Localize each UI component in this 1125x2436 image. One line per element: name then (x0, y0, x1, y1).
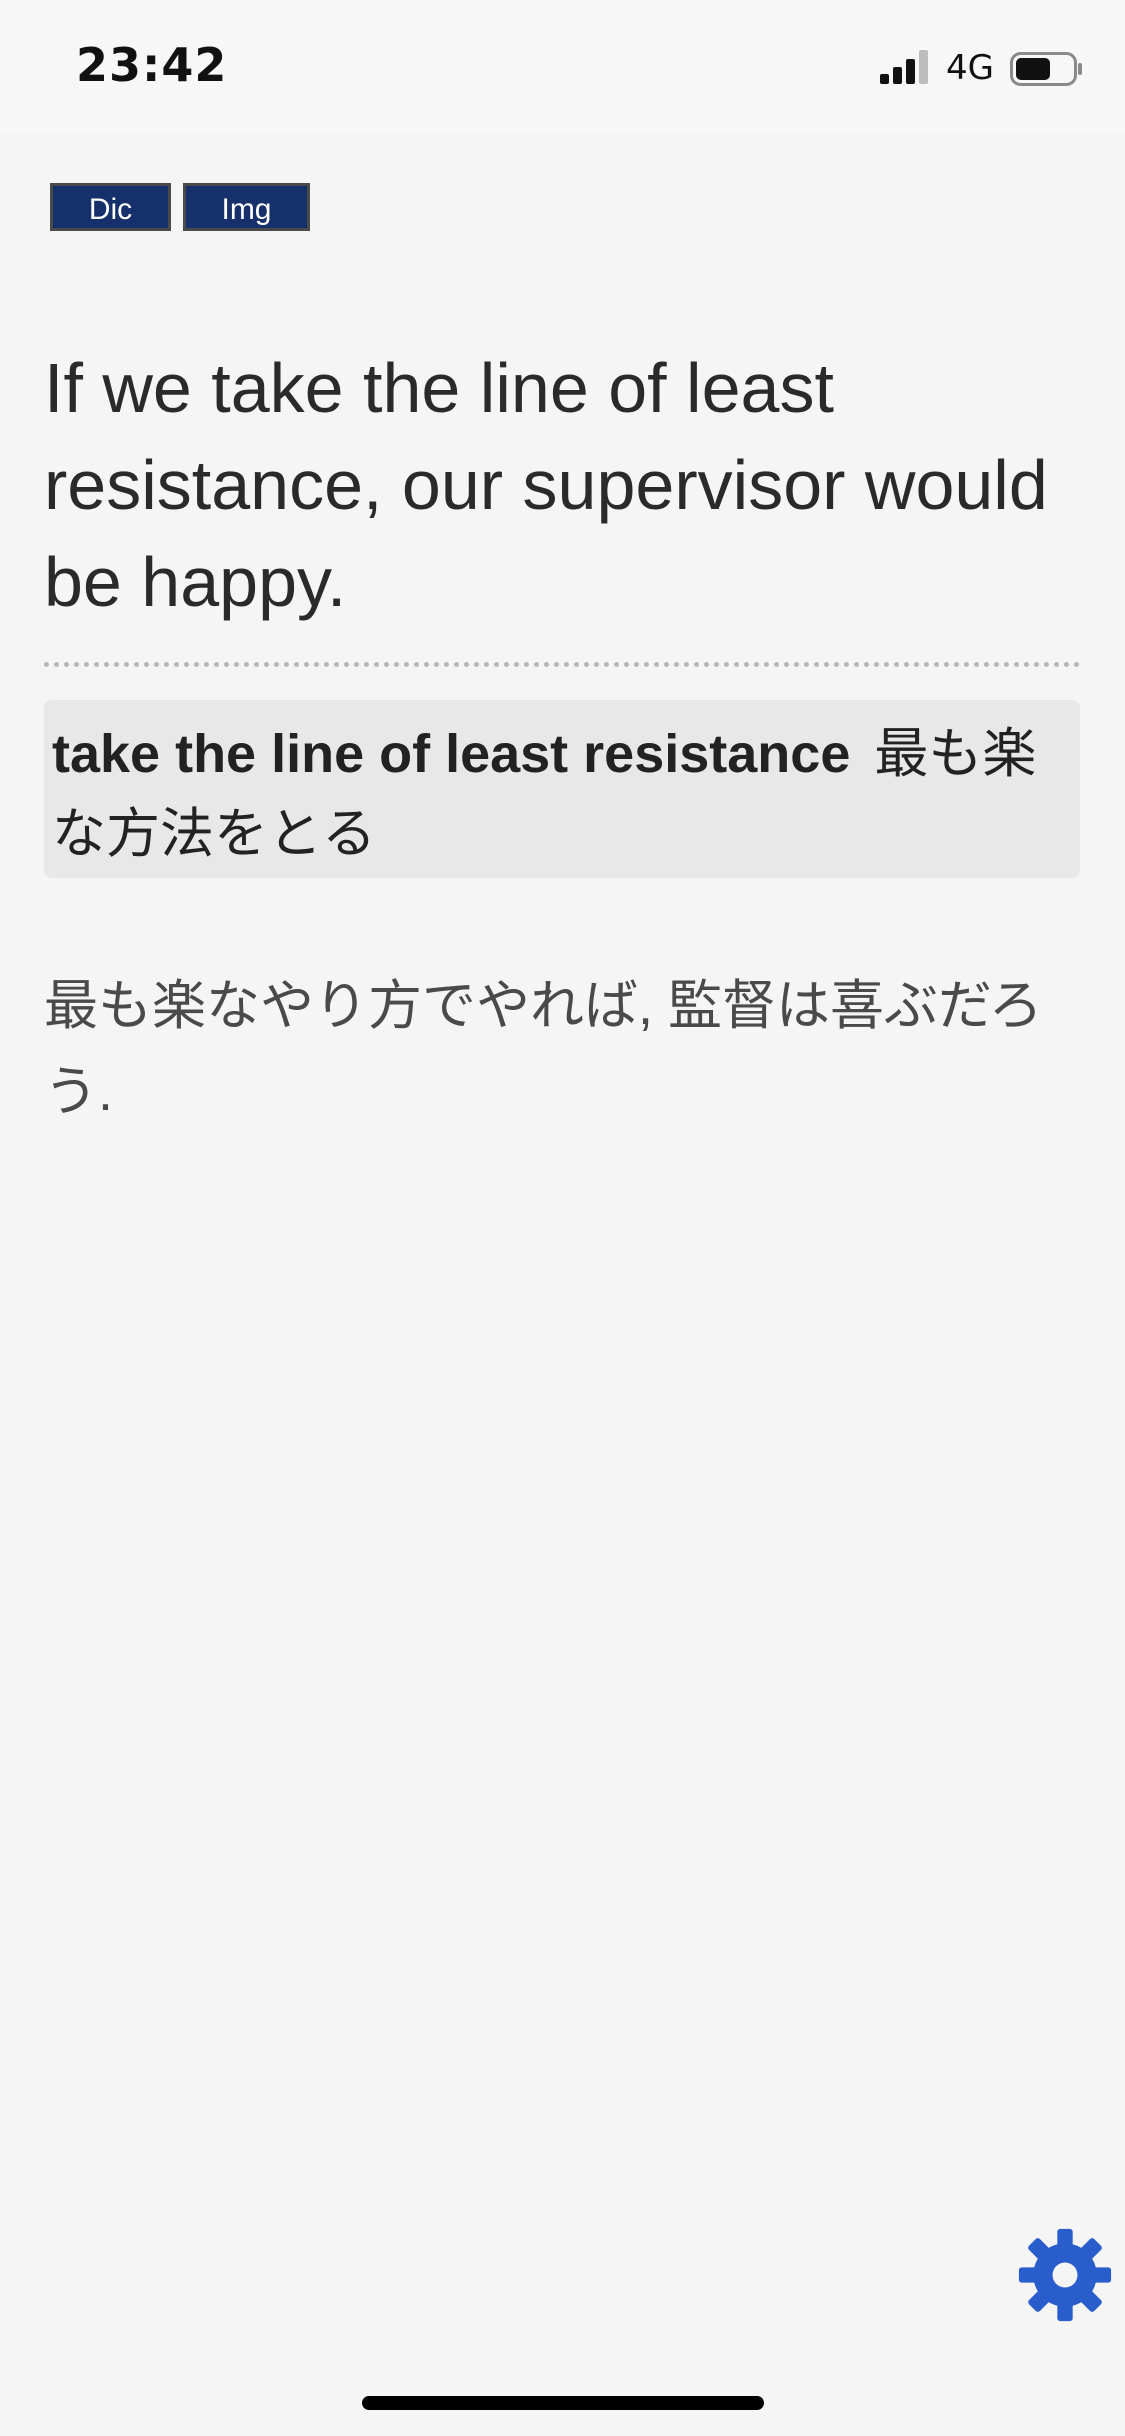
status-time: 23:42 (76, 38, 228, 92)
status-bar: 23:42 4G (0, 0, 1125, 132)
translation-text: 最も楽なやり方でやれば, 監督は喜ぶだろう. (44, 976, 1043, 1122)
gear-icon[interactable] (1017, 2227, 1113, 2323)
example-sentence: If we take the line of least resistance,… (44, 349, 1048, 621)
dic-button[interactable]: Dic (50, 183, 171, 231)
img-button[interactable]: Img (183, 183, 310, 231)
network-label: 4G (946, 48, 994, 88)
definition-term: take the line of least resistance (52, 724, 851, 784)
battery-icon (1010, 52, 1082, 86)
home-indicator[interactable] (362, 2396, 764, 2410)
dotted-divider (44, 662, 1080, 667)
signal-bars-icon (880, 50, 928, 84)
definition-box: take the line of least resistance 最も楽な方法を… (44, 700, 1080, 878)
